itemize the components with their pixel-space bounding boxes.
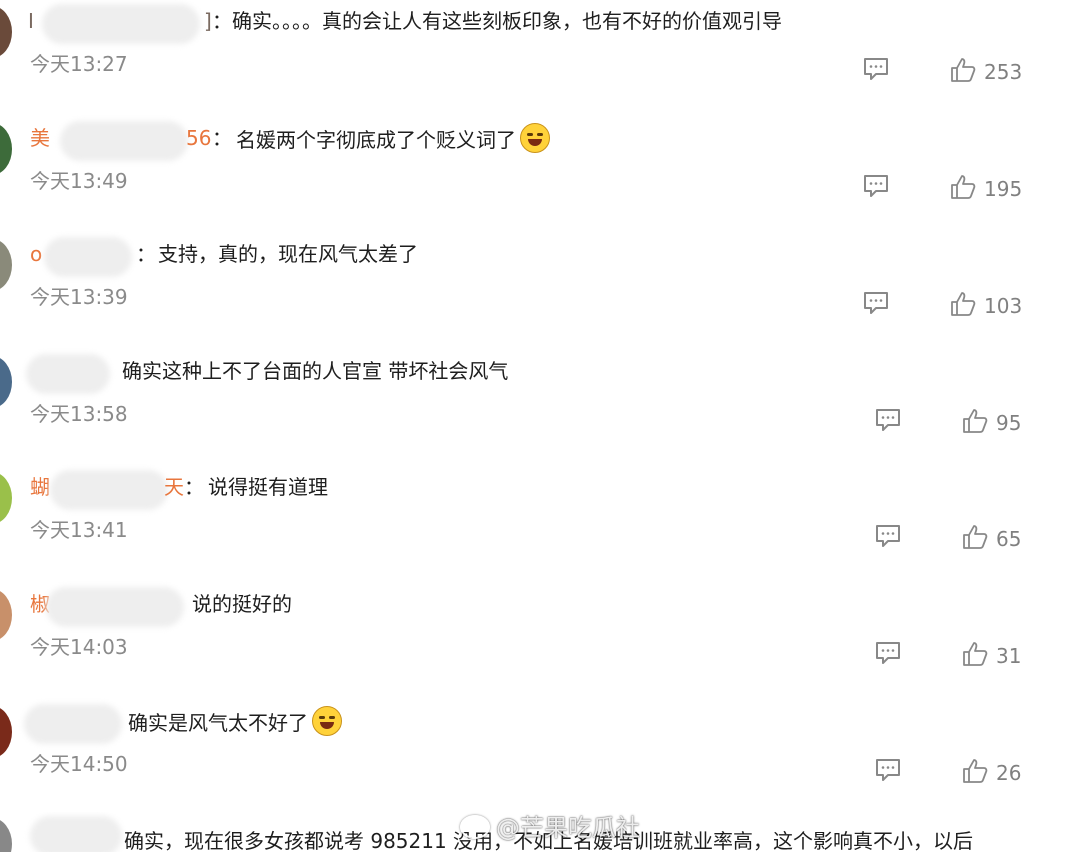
comment-icon[interactable] [862, 290, 890, 316]
username-redacted [42, 4, 200, 44]
comment-icon[interactable] [862, 56, 890, 82]
like-count: 31 [996, 644, 1022, 668]
comment-time: 今天13:27 [30, 52, 128, 76]
comment-text: 确实这种上不了台面的人官宣 带坏社会风气 [122, 359, 509, 383]
comment-item: 美 56 ： 名媛两个字彻底成了个贬义词了 今天13:49 195 [0, 117, 1080, 234]
like-icon[interactable] [950, 174, 976, 200]
avatar[interactable] [0, 123, 12, 175]
username-fragment[interactable]: 天 [164, 472, 184, 502]
like-count: 195 [984, 177, 1023, 201]
comment-text: 名媛两个字彻底成了个贬义词了 [236, 123, 550, 155]
username-fragment[interactable]: 蝴 [30, 472, 50, 502]
comment-icon[interactable] [874, 523, 902, 549]
avatar[interactable] [0, 706, 12, 758]
comment-item: o ： 支持，真的，现在风气太差了 今天13:39 103 [0, 233, 1080, 350]
watermark-text: @芒果吃瓜社 [496, 814, 640, 842]
like-count: 65 [996, 527, 1022, 551]
like-icon[interactable] [962, 408, 988, 434]
like-count: 103 [984, 294, 1023, 318]
comment-item: 蝴 天 ： 说得挺有道理 今天13:41 65 [0, 466, 1080, 583]
like-icon[interactable] [950, 57, 976, 83]
comment-text: 确实。。。。真的会让人有这些刻板印象，也有不好的价值观引导 [232, 9, 782, 33]
like-icon[interactable] [962, 758, 988, 784]
username-fragment[interactable]: ] [204, 6, 212, 36]
laughing-icon [312, 706, 342, 736]
avatar[interactable] [0, 6, 12, 58]
comment-colon: ： [212, 9, 232, 33]
comment-colon: ： [212, 126, 232, 150]
weibo-logo-icon [460, 815, 490, 839]
comment-time: 今天13:49 [30, 169, 128, 193]
username-fragment[interactable]: 美 [30, 123, 50, 153]
username-redacted [50, 470, 168, 510]
like-count: 95 [996, 411, 1022, 435]
username-fragment[interactable]: I [28, 6, 34, 36]
like-icon[interactable] [962, 641, 988, 667]
comment-item: 确实是风气太不好了 今天14:50 26 [0, 700, 1080, 817]
comment-item: I ] ： 确实。。。。真的会让人有这些刻板印象，也有不好的价值观引导 今天13… [0, 0, 1080, 117]
comment-colon: ： [184, 475, 204, 499]
comment-text: 支持，真的，现在风气太差了 [158, 242, 418, 266]
like-count: 253 [984, 60, 1023, 84]
avatar[interactable] [0, 589, 12, 641]
username-fragment[interactable]: o [30, 239, 42, 269]
avatar[interactable] [0, 472, 12, 524]
comment-icon[interactable] [874, 757, 902, 783]
avatar[interactable] [0, 356, 12, 408]
laugh-cry-icon [520, 123, 550, 153]
watermark: @芒果吃瓜社 [460, 808, 640, 843]
username-redacted [46, 587, 184, 627]
username-redacted [30, 816, 122, 852]
comment-icon[interactable] [874, 640, 902, 666]
username-redacted [60, 121, 188, 161]
comment-icon[interactable] [874, 407, 902, 433]
comment-colon: ： [136, 242, 156, 266]
comment-time: 今天14:03 [30, 635, 128, 659]
comment-time: 今天13:41 [30, 518, 128, 542]
username-redacted [26, 354, 110, 394]
comment-time: 今天14:50 [30, 752, 128, 776]
comment-icon[interactable] [862, 173, 890, 199]
username-redacted [24, 704, 122, 744]
comment-item: 确实这种上不了台面的人官宣 带坏社会风气 今天13:58 95 [0, 350, 1080, 467]
like-icon[interactable] [950, 291, 976, 317]
avatar[interactable] [0, 818, 12, 852]
like-count: 26 [996, 761, 1022, 785]
comment-time: 今天13:39 [30, 285, 128, 309]
avatar[interactable] [0, 239, 12, 291]
username-fragment[interactable]: 56 [186, 123, 211, 153]
comment-text: 说得挺有道理 [208, 475, 328, 499]
username-redacted [44, 237, 132, 277]
like-icon[interactable] [962, 524, 988, 550]
comment-time: 今天13:58 [30, 402, 128, 426]
comment-item: 椒 说的挺好的 今天14:03 31 [0, 583, 1080, 700]
comment-text: 说的挺好的 [192, 592, 292, 616]
comment-text: 确实是风气太不好了 [128, 706, 342, 738]
